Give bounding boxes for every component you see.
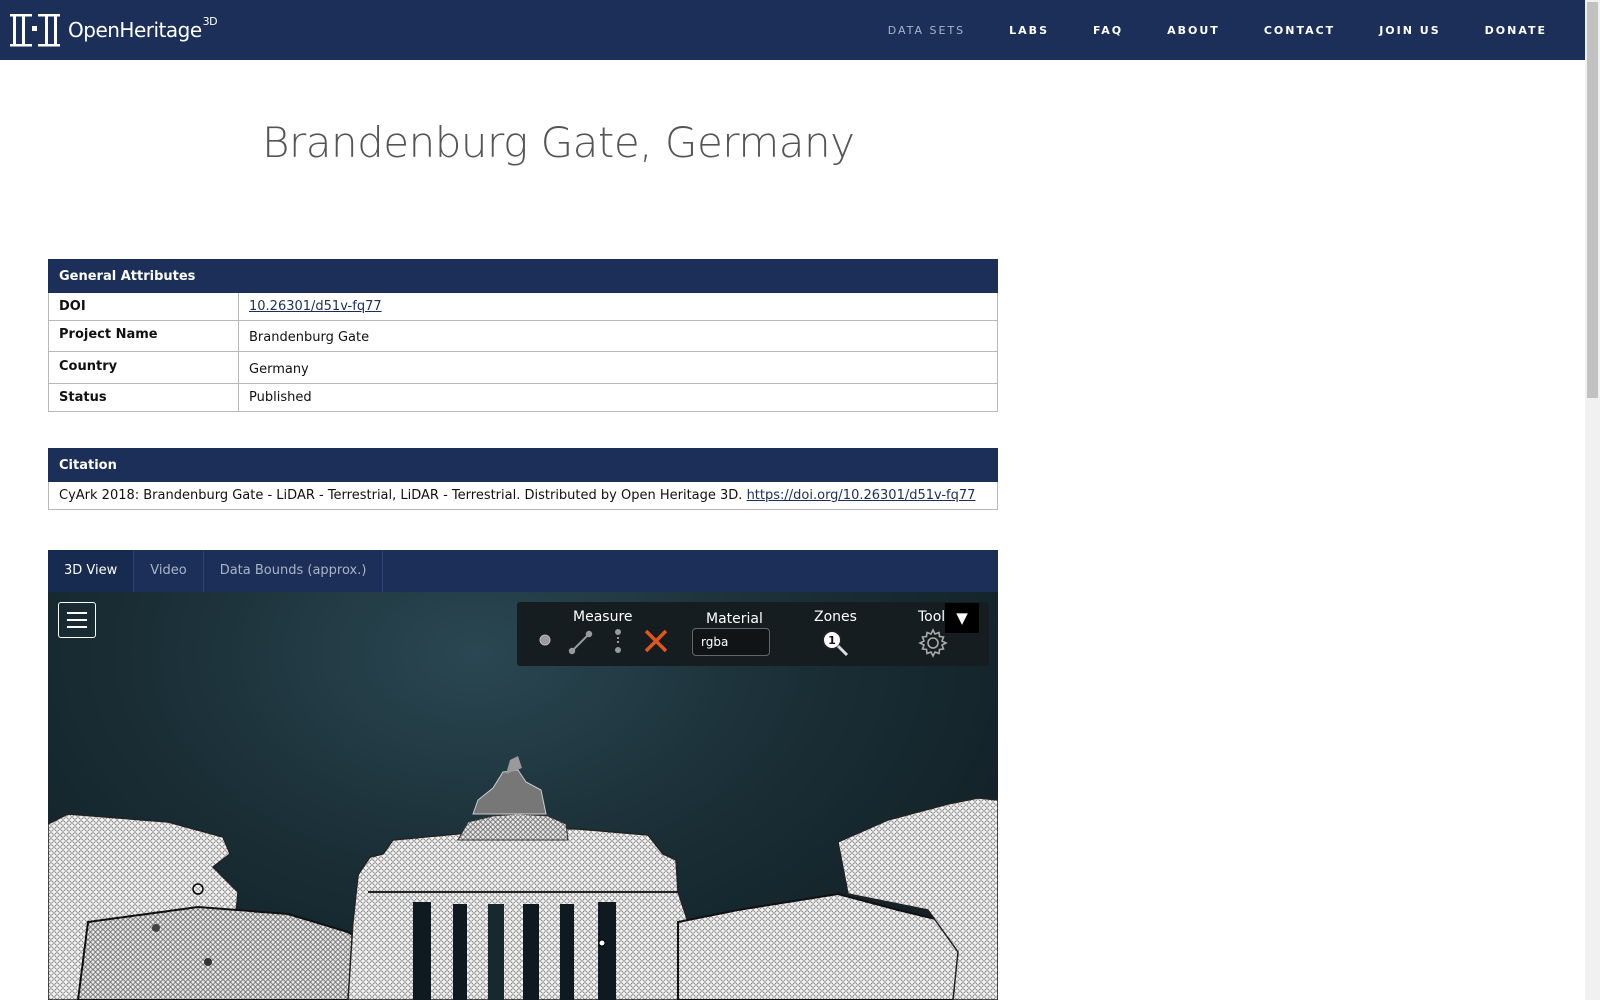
attr-key: DOI <box>48 292 239 321</box>
general-attributes-header: General Attributes <box>48 259 998 293</box>
scrollbar-thumb[interactable] <box>1587 2 1598 398</box>
citation-doi-link[interactable]: https://doi.org/10.26301/d51v-fq77 <box>747 488 976 503</box>
main-nav: DATA SETS LABS FAQ ABOUT CONTACT JOIN US… <box>844 0 1547 60</box>
page-scrollbar[interactable] <box>1585 0 1600 1000</box>
nav-donate[interactable]: DONATE <box>1485 24 1547 37</box>
nav-faq[interactable]: FAQ <box>1093 24 1123 37</box>
table-row: Country Germany <box>48 351 998 384</box>
zoom-icon[interactable]: 1 <box>819 628 851 660</box>
tab-3d-view[interactable]: 3D View <box>48 550 135 592</box>
menu-icon[interactable] <box>58 602 96 638</box>
attr-value: 10.26301/d51v-fq77 <box>238 292 998 321</box>
attr-value: Brandenburg Gate <box>238 320 998 352</box>
nav-labs[interactable]: LABS <box>1009 24 1049 37</box>
attr-key: Project Name <box>48 320 239 352</box>
general-attributes-table: General Attributes DOI 10.26301/d51v-fq7… <box>48 259 998 412</box>
attr-value: Germany <box>238 351 998 384</box>
nav-data-sets[interactable]: DATA SETS <box>888 24 965 37</box>
logo-text: OpenHeritage3D <box>68 15 218 42</box>
doi-link[interactable]: 10.26301/d51v-fq77 <box>249 299 382 314</box>
distance-icon[interactable] <box>567 628 595 656</box>
citation-text-cell: CyArk 2018: Brandenburg Gate - LiDAR - T… <box>48 481 998 510</box>
attr-key: Country <box>48 351 239 384</box>
point-cloud-viewport[interactable]: Measure Material rgba Zones 1 Tools ▼ <box>48 592 998 1000</box>
measure-label: Measure <box>573 609 633 625</box>
delete-icon[interactable] <box>643 628 669 654</box>
nav-contact[interactable]: CONTACT <box>1264 24 1335 37</box>
attr-key: Status <box>48 383 239 412</box>
viewer-toolbar: Measure Material rgba Zones 1 Tools ▼ <box>517 602 989 666</box>
attr-value: Published <box>238 383 998 412</box>
logo[interactable]: OpenHeritage3D <box>10 12 218 48</box>
table-row: Project Name Brandenburg Gate <box>48 320 998 352</box>
citation-header: Citation <box>48 448 998 482</box>
tab-data-bounds[interactable]: Data Bounds (approx.) <box>204 550 384 592</box>
top-navbar: OpenHeritage3D DATA SETS LABS FAQ ABOUT … <box>0 0 1585 60</box>
point-icon[interactable] <box>537 632 553 648</box>
zones-label: Zones <box>814 609 857 625</box>
nav-about[interactable]: ABOUT <box>1167 24 1220 37</box>
citation-text: CyArk 2018: Brandenburg Gate - LiDAR - T… <box>59 488 747 503</box>
zones-badge: 1 <box>828 634 836 647</box>
toolbar-collapse-button[interactable]: ▼ <box>945 603 979 633</box>
citation-table: Citation CyArk 2018: Brandenburg Gate - … <box>48 448 998 510</box>
page-title: Brandenburg Gate, Germany <box>262 118 855 167</box>
height-icon[interactable] <box>611 628 625 656</box>
viewer-panel: 3D View Video Data Bounds (approx.) Meas… <box>48 550 998 1000</box>
logo-icon <box>10 14 60 47</box>
nav-join-us[interactable]: JOIN US <box>1379 24 1440 37</box>
material-select[interactable]: rgba <box>692 628 770 656</box>
table-row: Status Published <box>48 383 998 412</box>
viewer-tabs: 3D View Video Data Bounds (approx.) <box>48 550 998 592</box>
table-row: DOI 10.26301/d51v-fq77 <box>48 292 998 321</box>
table-row: CyArk 2018: Brandenburg Gate - LiDAR - T… <box>48 481 998 510</box>
material-label: Material <box>706 611 763 627</box>
tab-video[interactable]: Video <box>134 550 204 592</box>
